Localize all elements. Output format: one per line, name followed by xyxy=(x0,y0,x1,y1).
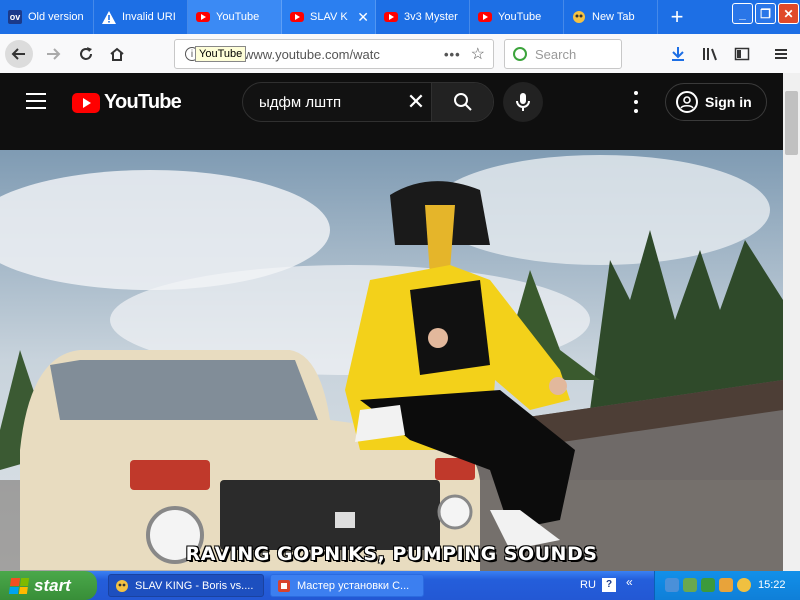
youtube-logo[interactable]: YouTube xyxy=(72,91,182,114)
page-scrollbar[interactable] xyxy=(783,73,800,571)
tab-tooltip: YouTube xyxy=(195,46,247,62)
tab-label: New Tab xyxy=(592,11,635,23)
tab-label: 3v3 Myster xyxy=(404,11,458,23)
video-player[interactable]: RAVING GOPNIKS, PUMPING SOUNDS xyxy=(0,150,783,571)
tab-3v3-mystery[interactable]: 3v3 Myster xyxy=(376,0,470,34)
taskbar-window-label: SLAV KING - Boris vs.... xyxy=(135,579,254,592)
search-box[interactable]: Search xyxy=(504,39,622,69)
start-label: start xyxy=(34,575,71,595)
youtube-search-button[interactable] xyxy=(431,83,493,121)
voice-search-button[interactable] xyxy=(503,82,543,122)
youtube-icon xyxy=(384,10,398,24)
youtube-search-input[interactable]: ыдфм лштп xyxy=(243,94,401,111)
back-button[interactable] xyxy=(5,40,33,68)
firefox-icon xyxy=(115,579,129,593)
network-icon[interactable] xyxy=(665,578,679,592)
home-icon xyxy=(110,47,124,61)
video-subtitle: RAVING GOPNIKS, PUMPING SOUNDS xyxy=(185,543,598,565)
youtube-wordmark: YouTube xyxy=(104,91,182,113)
forward-button[interactable] xyxy=(39,40,67,68)
speaker-icon[interactable] xyxy=(719,578,733,592)
tab-label: SLAV K xyxy=(310,11,348,23)
microphone-icon xyxy=(516,93,530,111)
ov-icon: ov xyxy=(8,10,22,24)
new-tab-icon xyxy=(572,10,586,24)
menu-icon[interactable] xyxy=(767,40,795,68)
search-icon xyxy=(453,93,472,111)
search-placeholder: Search xyxy=(535,46,577,62)
new-tab-button[interactable]: + xyxy=(658,0,696,34)
account-icon xyxy=(676,91,698,113)
tab-label: Invalid URI xyxy=(122,11,176,23)
close-window-button[interactable]: ✕ xyxy=(778,3,799,24)
reload-icon xyxy=(80,47,92,60)
antivirus-icon[interactable] xyxy=(683,578,697,592)
tab-youtube-2[interactable]: YouTube xyxy=(470,0,564,34)
windows-flag-icon xyxy=(8,577,30,594)
sidebar-icon[interactable] xyxy=(728,40,756,68)
minimize-button[interactable]: _ xyxy=(732,3,753,24)
tray-chevron-icon[interactable]: « xyxy=(626,575,638,595)
back-arrow-icon xyxy=(11,48,25,60)
search-icon xyxy=(513,47,527,61)
search-tray-icon[interactable] xyxy=(737,578,751,592)
video-frame xyxy=(0,150,783,571)
library-icon[interactable] xyxy=(696,40,724,68)
youtube-icon xyxy=(478,10,492,24)
language-indicator[interactable]: RU xyxy=(580,579,596,591)
safely-remove-icon[interactable] xyxy=(701,578,715,592)
taskbar: start SLAV KING - Boris vs.... Мастер ус… xyxy=(0,571,800,600)
tab-label: YouTube xyxy=(498,11,542,23)
video-top-band xyxy=(0,131,783,150)
taskbar-window-firefox[interactable]: SLAV KING - Boris vs.... xyxy=(108,574,264,597)
tab-old-version[interactable]: ov Old version xyxy=(0,0,94,34)
clear-search-icon[interactable]: ✕ xyxy=(401,89,431,115)
youtube-search-bar: ыдфм лштп ✕ xyxy=(242,82,494,122)
installer-icon xyxy=(277,579,291,593)
sign-in-label: Sign in xyxy=(705,94,752,110)
scrollbar-thumb[interactable] xyxy=(785,91,798,155)
warning-icon xyxy=(102,10,116,24)
clock[interactable]: 15:22 xyxy=(758,579,786,591)
taskbar-window-label: Мастер установки С... xyxy=(297,579,410,592)
guide-menu-icon[interactable] xyxy=(26,93,46,109)
youtube-header: YouTube ыдфм лштп ✕ Sign in xyxy=(0,73,783,131)
home-button[interactable] xyxy=(103,40,131,68)
tab-slav-king[interactable]: SLAV K ✕ xyxy=(282,0,376,34)
navigation-bar: i https://www.youtube.com/watc ••• ☆ Sea… xyxy=(0,34,800,73)
maximize-button[interactable]: ❐ xyxy=(755,3,776,24)
youtube-icon xyxy=(290,10,304,24)
youtube-play-icon xyxy=(72,92,100,113)
tab-label: Old version xyxy=(28,11,84,23)
youtube-icon xyxy=(196,10,210,24)
forward-arrow-icon xyxy=(47,48,61,60)
help-icon[interactable]: ? xyxy=(602,578,616,592)
sign-in-button[interactable]: Sign in xyxy=(665,83,767,121)
page-actions-icon[interactable]: ••• xyxy=(444,47,461,62)
bookmark-star-icon[interactable]: ☆ xyxy=(471,44,485,64)
tab-strip: ov Old version Invalid URI YouTube SLAV … xyxy=(0,0,800,34)
tab-invalid-uri[interactable]: Invalid URI xyxy=(94,0,188,34)
start-button[interactable]: start xyxy=(0,571,97,600)
tab-label: YouTube xyxy=(216,11,260,23)
close-tab-icon[interactable]: ✕ xyxy=(357,10,369,24)
downloads-icon[interactable] xyxy=(664,40,692,68)
taskbar-window-installer[interactable]: Мастер установки С... xyxy=(270,574,424,597)
tab-youtube-1[interactable]: YouTube xyxy=(188,0,282,34)
settings-menu-icon[interactable] xyxy=(628,91,644,113)
tab-new-tab[interactable]: New Tab xyxy=(564,0,658,34)
reload-button[interactable] xyxy=(72,40,100,68)
